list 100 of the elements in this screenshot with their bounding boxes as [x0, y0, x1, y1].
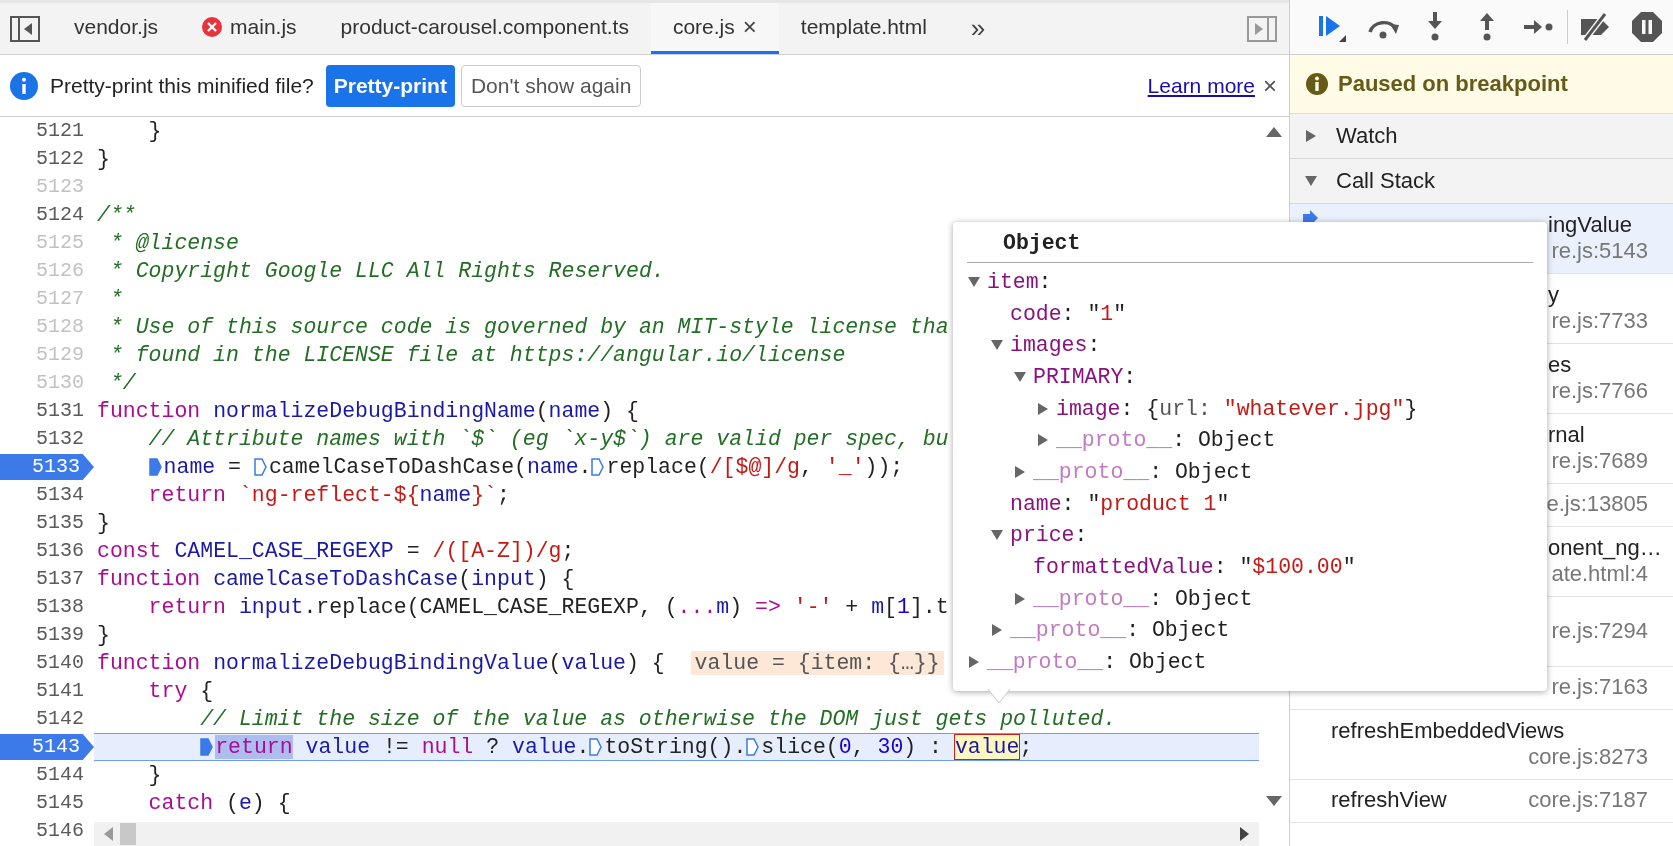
frame-location[interactable]: ate.html:4	[1551, 560, 1648, 587]
code-text: function camelCaseToDashCase(input) {	[97, 567, 575, 591]
code-text: }	[97, 623, 110, 647]
line-number[interactable]: 5137	[0, 566, 94, 592]
file-tab[interactable]: vendor.js	[52, 3, 181, 54]
file-tab[interactable]: core.js ×	[650, 3, 779, 54]
caret-down-icon[interactable]	[1304, 175, 1318, 187]
section-header[interactable]: Call Stack	[1336, 168, 1436, 194]
file-tab[interactable]: main.js	[180, 3, 319, 54]
property-entry: __proto__: Object	[1056, 428, 1276, 453]
caret-right-icon[interactable]	[1013, 592, 1027, 605]
frame-location[interactable]: re.js:7294	[1551, 617, 1648, 644]
close-button[interactable]: ×	[1263, 71, 1277, 100]
property-entry: __proto__: Object	[1010, 618, 1230, 643]
hovered-token: value	[954, 735, 1020, 759]
file-tab[interactable]: product-carousel.component.ts	[318, 3, 651, 54]
dismiss-button[interactable]: Don't show again	[460, 64, 642, 107]
caret-right-icon[interactable]	[990, 624, 1004, 637]
line-number[interactable]: 5141	[0, 678, 94, 704]
property-entry: image: {url: "whatever.jpg"}	[1056, 396, 1418, 421]
code-text: function normalizeDebugBindingName(name) {	[97, 399, 639, 423]
panel-toggle-icon[interactable]	[10, 15, 40, 42]
line-number[interactable]: 5135	[0, 510, 94, 536]
line-number[interactable]: 5146	[0, 818, 94, 844]
line-number[interactable]: 5140	[0, 650, 94, 676]
code-text: * Use of this source code is governed by an MIT-style license tha	[108, 315, 949, 339]
property-entry: __proto__: Object	[1033, 459, 1253, 484]
code-text: return `ng-reflect-${name}`;	[148, 483, 510, 507]
arrow-tag-icon[interactable]	[591, 458, 605, 476]
section-header[interactable]: Watch	[1336, 123, 1398, 149]
frame-name[interactable]: onent_ng…	[1548, 534, 1663, 561]
pretty-print-button[interactable]: Pretty-print	[325, 64, 455, 107]
frame-location[interactable]: core.js:8273	[1528, 743, 1648, 770]
line-number[interactable]: 5133	[0, 454, 94, 480]
learn-more-link[interactable]: Learn more	[1147, 73, 1255, 98]
caret-right-icon[interactable]	[1304, 130, 1318, 142]
scroll-down-icon[interactable]	[1266, 796, 1282, 806]
frame-location[interactable]: e.js:13805	[1546, 491, 1648, 517]
caret-right-icon[interactable]	[967, 656, 981, 669]
more-tabs-button[interactable]: »	[948, 3, 1008, 54]
popover-title: Object	[1003, 231, 1081, 255]
arrow-tag-icon[interactable]	[200, 738, 214, 756]
arrow-tag-icon[interactable]	[148, 458, 162, 476]
code-text: slice(0, 30) :	[761, 735, 943, 759]
code-text: replace(/[$@]/g, '_'));	[606, 455, 904, 479]
panel-toggle-icon[interactable]	[1247, 15, 1277, 42]
paused-message: Paused on breakpoint	[1338, 71, 1568, 97]
arrow-tag-icon[interactable]	[589, 738, 603, 756]
code-text: try {	[148, 679, 214, 703]
scrollbar-thumb[interactable]	[120, 823, 136, 845]
frame-name[interactable]: es	[1548, 351, 1663, 378]
line-number[interactable]: 5142	[0, 706, 94, 732]
code-text: name =	[163, 455, 242, 479]
file-tab[interactable]: template.html	[778, 3, 949, 54]
frame-location[interactable]: re.js:7689	[1551, 447, 1648, 474]
line-number[interactable]: 5134	[0, 482, 94, 508]
caret-right-icon[interactable]	[1013, 465, 1027, 478]
line-number[interactable]: 5139	[0, 622, 94, 648]
arrow-tag-icon[interactable]	[253, 458, 267, 476]
scroll-right-icon[interactable]	[1240, 827, 1249, 841]
caret-right-icon[interactable]	[1036, 402, 1050, 415]
line-number[interactable]: 5124	[0, 202, 94, 228]
frame-name[interactable]: refreshEmbeddedViews	[1331, 717, 1648, 744]
frame-location[interactable]: core.js:7187	[1528, 787, 1648, 813]
code-text: /**	[97, 203, 136, 227]
caret-down-icon[interactable]	[990, 339, 1004, 352]
code-text: * found in the LICENSE file at https://angular.io/license	[108, 343, 846, 367]
line-number[interactable]: 5145	[0, 790, 94, 816]
code-text: * @license	[108, 231, 239, 255]
frame-name[interactable]: refreshView	[1331, 787, 1447, 813]
caret-right-icon[interactable]	[1036, 434, 1050, 447]
line-number[interactable]: 5121	[0, 118, 94, 144]
stack-frame[interactable]: refreshEmbeddedViews core.js:8273	[1290, 710, 1673, 780]
frame-location[interactable]: re.js:7163	[1551, 674, 1648, 700]
property-entry: formattedValue: "$100.00"	[1033, 555, 1356, 580]
horizontal-scrollbar[interactable]	[94, 822, 1259, 846]
caret-down-icon[interactable]	[990, 529, 1004, 542]
frame-location[interactable]: re.js:5143	[1551, 237, 1648, 264]
info-icon	[1306, 73, 1328, 95]
line-number[interactable]: 5143	[0, 734, 94, 760]
frame-name[interactable]: ingValue	[1548, 211, 1663, 238]
line-number[interactable]: 5136	[0, 538, 94, 564]
frame-location[interactable]: re.js:7766	[1551, 377, 1648, 404]
code-text: catch (e) {	[148, 791, 291, 815]
line-number[interactable]: 5138	[0, 594, 94, 620]
line-number[interactable]: 5132	[0, 426, 94, 452]
line-number[interactable]: 5131	[0, 398, 94, 424]
line-number[interactable]: 5122	[0, 146, 94, 172]
code-text: }	[148, 763, 162, 787]
frame-name[interactable]: y	[1548, 281, 1663, 308]
frame-name[interactable]: rnal	[1548, 421, 1663, 448]
line-number[interactable]: 5144	[0, 762, 94, 788]
info-icon	[10, 71, 38, 100]
stack-frame[interactable]: refreshView core.js:7187	[1290, 780, 1673, 823]
scroll-up-icon[interactable]	[1266, 127, 1282, 137]
caret-down-icon[interactable]	[1013, 370, 1027, 383]
code-text: }	[148, 119, 162, 143]
caret-down-icon[interactable]	[967, 275, 981, 288]
frame-location[interactable]: re.js:7733	[1551, 307, 1648, 334]
arrow-tag-icon[interactable]	[746, 738, 760, 756]
